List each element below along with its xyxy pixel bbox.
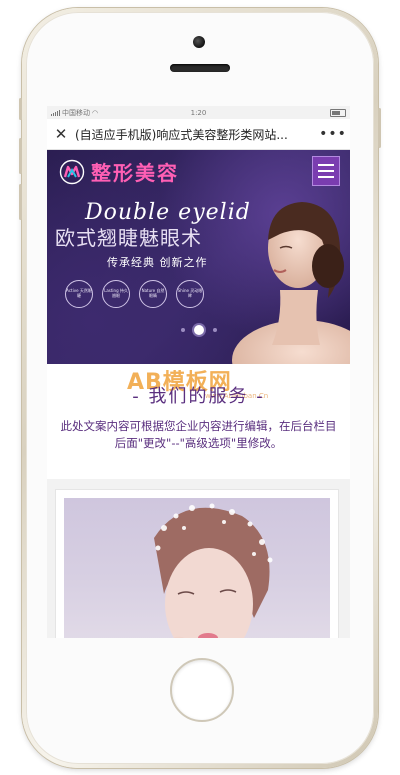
hero-banner[interactable]: 整形美容 Double eyelid 欧式翘睫魅眼术 传承经典 创新之作 Act… xyxy=(47,150,350,364)
badge-nature: Nature 自然眼睛 xyxy=(139,280,167,308)
silent-switch xyxy=(19,98,22,120)
badge-shine: Shine 灵动眼眸 xyxy=(176,280,204,308)
badge-lasting: Lasting 持久翘眼 xyxy=(102,280,130,308)
hero-slogan: 传承经典 创新之作 xyxy=(107,256,208,269)
service-card[interactable] xyxy=(55,489,339,638)
front-camera xyxy=(193,36,205,48)
carousel-dot-active[interactable] xyxy=(193,325,204,335)
services-title: - 我们的服务 - xyxy=(132,386,265,407)
service-card-image[interactable] xyxy=(64,498,330,638)
page-title: (自适应手机版)响应式美容整形类网站... xyxy=(75,127,288,142)
battery-icon xyxy=(330,108,346,117)
status-bar: 中国移动 ◠ 1:20 xyxy=(47,106,350,119)
service-card-area xyxy=(47,479,350,638)
browser-nav-bar: ✕ (自适应手机版)响应式美容整形类网站... ••• xyxy=(47,119,350,150)
home-button[interactable] xyxy=(170,658,234,722)
carousel-dot[interactable] xyxy=(180,328,185,332)
badge-active: Active 天然眼睫 xyxy=(65,280,93,308)
carousel-dots xyxy=(47,325,350,335)
carousel-dot[interactable] xyxy=(212,328,217,332)
volume-up-button xyxy=(19,138,22,174)
services-description: 此处文案内容可根据您企业内容进行编辑，在后台栏目后面"更改"--"高级选项"里修… xyxy=(60,419,337,450)
logo-text: 整形美容 xyxy=(91,161,179,185)
hero-cn-title: 欧式翘睫魅眼术 xyxy=(55,226,202,250)
hero-badges: Active 天然眼睫 Lasting 持久翘眼 Nature 自然眼睛 Shi… xyxy=(65,280,204,308)
power-button xyxy=(378,108,381,148)
volume-down-button xyxy=(19,184,22,220)
model-with-flowers-image xyxy=(154,503,273,638)
site-logo[interactable]: 整形美容 xyxy=(59,157,179,186)
status-time: 1:20 xyxy=(190,108,207,117)
earpiece-speaker xyxy=(170,64,230,72)
status-right xyxy=(330,108,346,117)
more-options-icon[interactable]: ••• xyxy=(316,126,350,142)
close-icon[interactable]: ✕ xyxy=(47,125,75,143)
services-header: AB模板网 www.AbMuban.Cn - 我们的服务 - xyxy=(47,364,350,420)
logo-mark-icon xyxy=(59,159,85,184)
phone-screen: 中国移动 ◠ 1:20 ✕ (自适应手机版)响应式美容整形类网站... ••• … xyxy=(47,106,350,638)
